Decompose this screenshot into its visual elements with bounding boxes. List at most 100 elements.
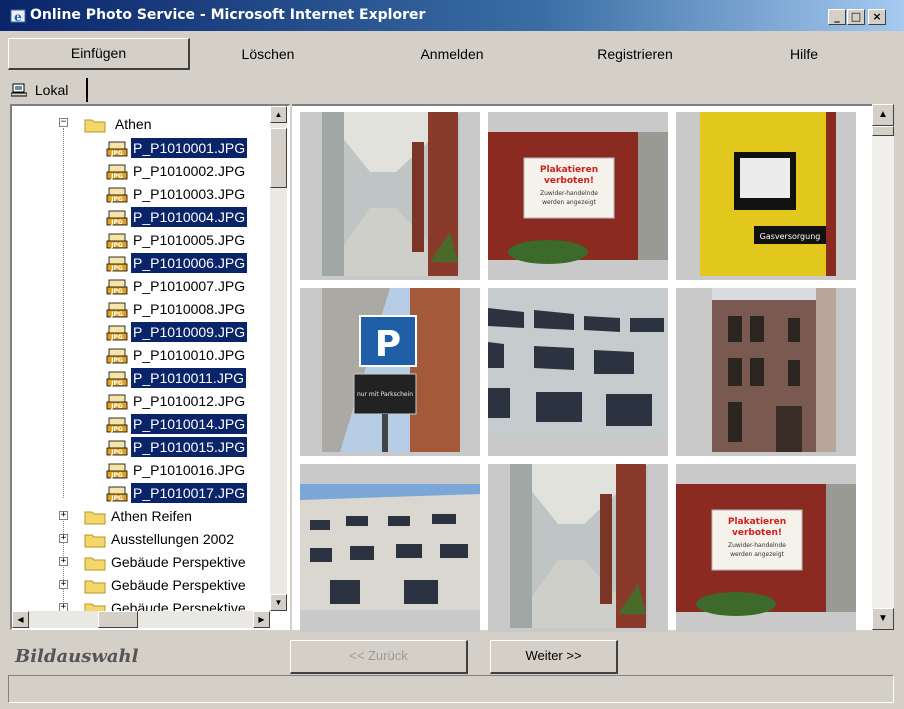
file-icon-text: JPG xyxy=(110,380,123,387)
folder-icon xyxy=(84,119,106,133)
file-icon-text: JPG xyxy=(110,288,123,295)
tree-file-item[interactable]: JPG P_P1010014.JPG xyxy=(106,413,249,435)
grid-vertical-scrollbar[interactable]: ▲ ▼ xyxy=(872,104,894,630)
tree-file-item[interactable]: JPG P_P1010012.JPG xyxy=(106,391,247,411)
scroll-thumb[interactable] xyxy=(98,611,138,628)
folder-label: Athen Reifen xyxy=(111,508,192,524)
parking-sign-photo: P nur mit Parkschein xyxy=(322,288,460,452)
expand-icon[interactable]: + xyxy=(59,580,68,589)
tree-file-item[interactable]: JPG P_P1010011.JPG xyxy=(106,367,248,389)
scroll-right-arrow-icon[interactable]: ▶ xyxy=(253,611,270,628)
tree-file-item[interactable]: JPG P_P1010005.JPG xyxy=(106,230,247,250)
photo-thumbnail[interactable] xyxy=(300,464,480,632)
file-icon-text: JPG xyxy=(110,449,123,456)
tree-file-item[interactable]: JPG P_P1010003.JPG xyxy=(106,184,247,204)
jpg-file-icon: JPG xyxy=(106,417,128,433)
tree-file-item[interactable]: JPG P_P1010008.JPG xyxy=(106,299,247,319)
old-building-photo xyxy=(712,288,836,452)
menu-einfuegen[interactable]: Einfügen xyxy=(8,38,190,70)
tree-folder-item[interactable]: Athen Reifen xyxy=(84,506,194,526)
tree-vertical-scrollbar[interactable]: ▲ ▼ xyxy=(270,106,287,611)
photo-thumbnail[interactable]: Plakatieren verboten! Zuwider-handelnde … xyxy=(676,464,856,632)
next-button[interactable]: Weiter >> xyxy=(490,640,618,674)
file-label: P_P1010004.JPG xyxy=(129,206,249,228)
jpg-file-icon: JPG xyxy=(106,256,128,272)
photo-thumbnail[interactable] xyxy=(488,464,668,632)
file-label: P_P1010008.JPG xyxy=(133,301,246,317)
scroll-thumb[interactable] xyxy=(270,128,287,188)
minimize-button[interactable]: _ xyxy=(828,9,846,25)
expand-icon[interactable]: + xyxy=(59,557,68,566)
jpg-file-icon: JPG xyxy=(106,302,128,318)
yellow-box-photo: Gasversorgung xyxy=(700,112,836,276)
back-button[interactable]: << Zurück xyxy=(290,640,468,674)
jpg-file-icon: JPG xyxy=(106,463,128,479)
scroll-thumb[interactable] xyxy=(872,126,894,136)
sign-line: Plakatieren xyxy=(728,517,786,527)
photo-thumbnail[interactable] xyxy=(300,112,480,280)
collapse-icon[interactable]: − xyxy=(59,118,68,127)
folder-tree: − Athen JPG P_P1010001.JPG JPG P_P1010002.J… xyxy=(10,104,290,630)
tree-folder-item[interactable]: Gebäude Perspektive xyxy=(84,575,248,595)
tree-folder-athen[interactable]: Athen xyxy=(84,114,153,134)
tree-file-item[interactable]: JPG P_P1010010.JPG xyxy=(106,345,247,365)
sign-photo: Plakatieren verboten! Zuwider-handelnde … xyxy=(488,132,668,264)
arcade-photo xyxy=(322,112,460,276)
sign-photo: Plakatieren verboten! Zuwider-handelnde … xyxy=(676,484,856,616)
window-title: Online Photo Service - Microsoft Interne… xyxy=(30,7,426,23)
scroll-left-arrow-icon[interactable]: ◀ xyxy=(12,611,29,628)
tree-line xyxy=(63,128,64,498)
tab-lokal-label: Lokal xyxy=(34,82,69,98)
sign-line: werden angezeigt xyxy=(542,199,596,206)
photo-thumbnail[interactable] xyxy=(676,288,856,456)
photo-thumbnail[interactable]: Gasversorgung xyxy=(676,112,856,280)
scroll-down-arrow-icon[interactable]: ▼ xyxy=(872,608,894,630)
file-icon-text: JPG xyxy=(110,334,123,341)
menu-anmelden[interactable]: Anmelden xyxy=(402,38,502,70)
tab-lokal[interactable]: Lokal xyxy=(11,80,68,100)
file-label: P_P1010009.JPG xyxy=(129,321,249,343)
file-icon-text: JPG xyxy=(110,495,123,502)
tree-file-item[interactable]: JPG P_P1010006.JPG xyxy=(106,252,249,274)
menu-registrieren[interactable]: Registrieren xyxy=(580,38,690,70)
photo-thumbnail[interactable]: Plakatieren verboten! Zuwider-handelnde … xyxy=(488,112,668,280)
tree-file-item[interactable]: JPG P_P1010016.JPG xyxy=(106,460,247,480)
menu-hilfe[interactable]: Hilfe xyxy=(764,38,844,70)
arcade-photo xyxy=(510,464,648,628)
maximize-button[interactable]: □ xyxy=(847,9,865,25)
tree-file-item[interactable]: JPG P_P1010001.JPG xyxy=(106,137,249,159)
file-label: P_P1010010.JPG xyxy=(133,347,246,363)
tree-file-item[interactable]: JPG P_P1010004.JPG xyxy=(106,206,249,228)
file-icon-text: JPG xyxy=(110,265,123,272)
tree-file-item[interactable]: JPG P_P1010017.JPG xyxy=(106,482,249,504)
yellow-box-label: Gasversorgung xyxy=(760,232,821,241)
tree-file-item[interactable]: JPG P_P1010015.JPG xyxy=(106,436,249,458)
folder-label: Athen xyxy=(114,116,152,132)
photo-thumbnail[interactable]: P nur mit Parkschein xyxy=(300,288,480,456)
jpg-file-icon: JPG xyxy=(106,440,128,456)
photo-thumbnail[interactable] xyxy=(488,288,668,456)
tree-file-item[interactable]: JPG P_P1010007.JPG xyxy=(106,276,247,296)
expand-icon[interactable]: + xyxy=(59,534,68,543)
tab-divider xyxy=(86,78,88,102)
step-label: Bildauswahl xyxy=(15,646,139,667)
scroll-up-arrow-icon[interactable]: ▲ xyxy=(270,106,287,123)
file-label: P_P1010006.JPG xyxy=(129,252,249,274)
tree-file-item[interactable]: JPG P_P1010002.JPG xyxy=(106,161,247,181)
expand-icon[interactable]: + xyxy=(59,511,68,520)
jpg-file-icon: JPG xyxy=(106,141,128,157)
scroll-down-arrow-icon[interactable]: ▼ xyxy=(270,594,287,611)
folder-label: Gebäude Perspektive xyxy=(111,554,246,570)
scroll-up-arrow-icon[interactable]: ▲ xyxy=(872,104,894,126)
menu-loeschen[interactable]: Löschen xyxy=(218,38,318,70)
close-button[interactable]: × xyxy=(868,9,886,25)
tree-folder-item[interactable]: Gebäude Perspektive xyxy=(84,552,248,572)
tree-file-item[interactable]: JPG P_P1010009.JPG xyxy=(106,321,249,343)
jpg-file-icon: JPG xyxy=(106,325,128,341)
tree-horizontal-scrollbar[interactable]: ◀ ▶ xyxy=(12,611,270,628)
tree-folder-item[interactable]: Ausstellungen 2002 xyxy=(84,529,236,549)
file-icon-text: JPG xyxy=(110,357,123,364)
jpg-file-icon: JPG xyxy=(106,187,128,203)
file-icon-text: JPG xyxy=(110,311,123,318)
file-label: P_P1010003.JPG xyxy=(133,186,246,202)
